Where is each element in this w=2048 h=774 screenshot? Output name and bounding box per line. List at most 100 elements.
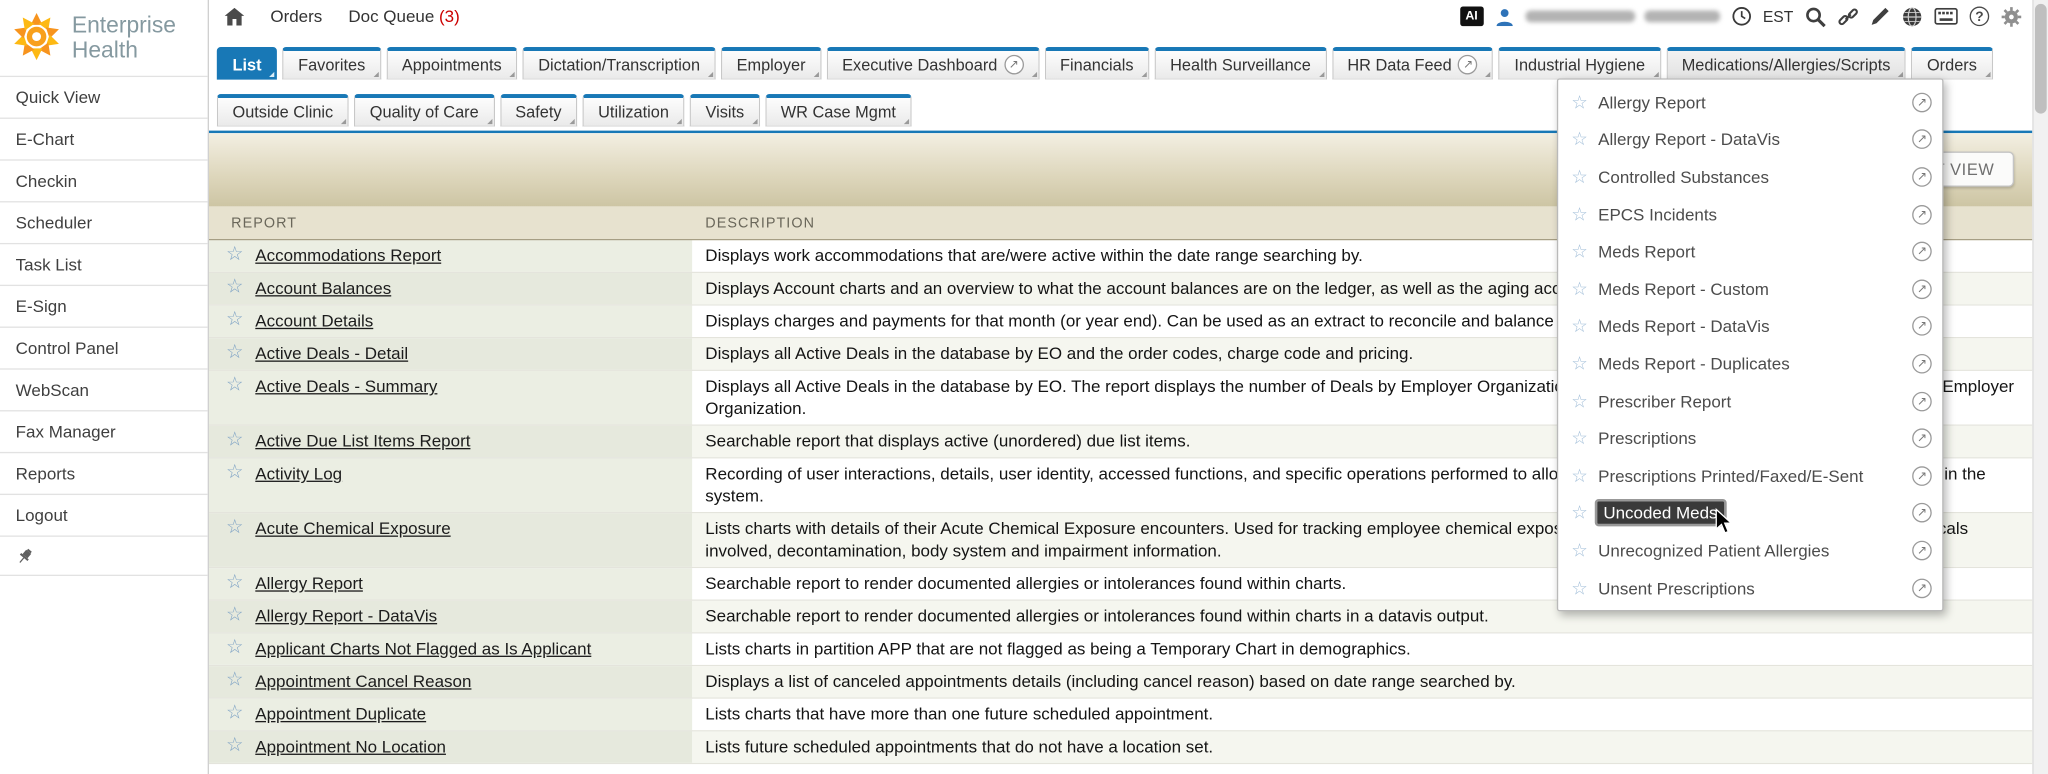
tab-executive-dashboard[interactable]: Executive Dashboard↗	[826, 47, 1039, 80]
sidebar-item-webscan[interactable]: WebScan	[0, 370, 208, 412]
report-link[interactable]: Appointment Cancel Reason	[255, 670, 471, 692]
run-report-icon[interactable]: ↗	[1912, 242, 1932, 262]
star-icon[interactable]: ☆	[1571, 577, 1587, 599]
star-icon[interactable]: ☆	[1571, 91, 1587, 113]
report-link[interactable]: Acute Chemical Exposure	[255, 517, 450, 539]
star-icon[interactable]: ☆	[226, 670, 244, 691]
report-link[interactable]: Applicant Charts Not Flagged as Is Appli…	[255, 637, 591, 659]
dropdown-item-allergy-report[interactable]: ☆Allergy Report↗	[1558, 84, 1942, 121]
tab-utilization[interactable]: Utilization	[582, 94, 684, 127]
star-icon[interactable]: ☆	[226, 517, 244, 538]
tab-safety[interactable]: Safety	[500, 94, 578, 127]
run-report-icon[interactable]: ↗	[1912, 317, 1932, 337]
star-icon[interactable]: ☆	[1571, 241, 1587, 263]
tab-appointments[interactable]: Appointments	[386, 47, 517, 80]
tab-medications-allergies-scripts[interactable]: Medications/Allergies/Scripts	[1666, 47, 1906, 80]
report-link[interactable]: Active Due List Items Report	[255, 430, 470, 452]
star-icon[interactable]: ☆	[226, 462, 244, 483]
search-icon[interactable]	[1805, 6, 1826, 27]
sidebar-item-e-sign[interactable]: E-Sign	[0, 286, 208, 328]
dropdown-item-unrecognized-patient-allergies[interactable]: ☆Unrecognized Patient Allergies↗	[1558, 532, 1942, 569]
run-report-icon[interactable]: ↗	[1912, 354, 1932, 374]
nav-orders[interactable]: Orders	[270, 7, 322, 27]
star-icon[interactable]: ☆	[1571, 203, 1587, 225]
tab-wr-case-mgmt[interactable]: WR Case Mgmt	[765, 94, 912, 127]
run-report-icon[interactable]: ↗	[1912, 205, 1932, 225]
star-icon[interactable]: ☆	[226, 430, 244, 451]
tab-quality-of-care[interactable]: Quality of Care	[354, 94, 494, 127]
run-report-icon[interactable]: ↗	[1912, 541, 1932, 561]
run-report-icon[interactable]: ↗	[1912, 503, 1932, 523]
star-icon[interactable]: ☆	[1571, 129, 1587, 151]
dropdown-item-prescriptions[interactable]: ☆Prescriptions↗	[1558, 420, 1942, 457]
dropdown-item-prescriptions-printed-faxed-e-sent[interactable]: ☆Prescriptions Printed/Faxed/E-Sent↗	[1558, 457, 1942, 494]
report-link[interactable]: Activity Log	[255, 462, 342, 484]
dropdown-item-epcs-incidents[interactable]: ☆EPCS Incidents↗	[1558, 196, 1942, 233]
star-icon[interactable]: ☆	[1571, 353, 1587, 375]
star-icon[interactable]: ☆	[1571, 465, 1587, 487]
dropdown-item-unsent-prescriptions[interactable]: ☆Unsent Prescriptions↗	[1558, 569, 1942, 606]
dropdown-item-allergy-report-datavis[interactable]: ☆Allergy Report - DataVis↗	[1558, 121, 1942, 158]
star-icon[interactable]: ☆	[226, 310, 244, 331]
star-icon[interactable]: ☆	[226, 375, 244, 396]
run-report-icon[interactable]: ↗	[1912, 466, 1932, 486]
tab-dictation-transcription[interactable]: Dictation/Transcription	[523, 47, 716, 80]
dropdown-item-prescriber-report[interactable]: ☆Prescriber Report↗	[1558, 382, 1942, 419]
globe-icon[interactable]	[1902, 6, 1923, 27]
report-link[interactable]: Allergy Report - DataVis	[255, 605, 437, 627]
star-icon[interactable]: ☆	[1571, 539, 1587, 561]
tab-health-surveillance[interactable]: Health Surveillance	[1154, 47, 1326, 80]
sidebar-item-task-list[interactable]: Task List	[0, 244, 208, 286]
report-link[interactable]: Allergy Report	[255, 572, 363, 594]
sidebar-item-control-panel[interactable]: Control Panel	[0, 328, 208, 370]
star-icon[interactable]: ☆	[226, 572, 244, 593]
gear-icon[interactable]	[2001, 6, 2022, 27]
tab-outside-clinic[interactable]: Outside Clinic	[217, 94, 349, 127]
dropdown-item-uncoded-meds[interactable]: ☆Uncoded Meds↗	[1558, 494, 1942, 531]
run-report-icon[interactable]: ↗	[1912, 92, 1932, 112]
ai-badge[interactable]: AI	[1460, 7, 1484, 27]
tab-visits[interactable]: Visits	[690, 94, 760, 127]
star-icon[interactable]: ☆	[1571, 390, 1587, 412]
vertical-scrollbar[interactable]	[2032, 0, 2048, 774]
help-icon[interactable]: ?	[1970, 7, 1990, 27]
open-new-icon[interactable]: ↗	[1004, 55, 1024, 75]
sidebar-item-checkin[interactable]: Checkin	[0, 161, 208, 203]
report-link[interactable]: Accommodations Report	[255, 244, 441, 266]
sidebar-item-quick-view[interactable]: Quick View	[0, 77, 208, 119]
star-icon[interactable]: ☆	[226, 605, 244, 626]
report-link[interactable]: Account Balances	[255, 277, 391, 299]
tab-industrial-hygiene[interactable]: Industrial Hygiene	[1499, 47, 1661, 80]
run-report-icon[interactable]: ↗	[1912, 391, 1932, 411]
clock-icon[interactable]	[1731, 7, 1751, 27]
run-report-icon[interactable]: ↗	[1912, 429, 1932, 449]
user-icon[interactable]	[1495, 7, 1513, 25]
sidebar-item-logout[interactable]: Logout	[0, 495, 208, 537]
tab-employer[interactable]: Employer	[721, 47, 821, 80]
tab-list[interactable]: List	[217, 47, 277, 80]
star-icon[interactable]: ☆	[1571, 315, 1587, 337]
nav-doc-queue[interactable]: Doc Queue (3)	[348, 7, 459, 27]
dropdown-item-controlled-substances[interactable]: ☆Controlled Substances↗	[1558, 158, 1942, 195]
home-icon[interactable]	[225, 7, 245, 25]
star-icon[interactable]: ☆	[226, 342, 244, 363]
star-icon[interactable]: ☆	[226, 735, 244, 756]
star-icon[interactable]: ☆	[226, 277, 244, 298]
star-icon[interactable]: ☆	[226, 637, 244, 658]
report-link[interactable]: Account Details	[255, 310, 373, 332]
star-icon[interactable]: ☆	[1571, 502, 1587, 524]
sidebar-pin[interactable]	[0, 537, 208, 576]
sidebar-item-reports[interactable]: Reports	[0, 453, 208, 495]
link-icon[interactable]	[1838, 6, 1859, 27]
star-icon[interactable]: ☆	[1571, 278, 1587, 300]
report-link[interactable]: Appointment Duplicate	[255, 703, 426, 725]
dropdown-item-meds-report-custom[interactable]: ☆Meds Report - Custom↗	[1558, 270, 1942, 307]
pencil-icon[interactable]	[1870, 7, 1890, 27]
report-link[interactable]: Active Deals - Summary	[255, 375, 437, 397]
star-icon[interactable]: ☆	[1571, 427, 1587, 449]
run-report-icon[interactable]: ↗	[1912, 130, 1932, 150]
dropdown-item-meds-report-datavis[interactable]: ☆Meds Report - DataVis↗	[1558, 308, 1942, 345]
sidebar-item-fax-manager[interactable]: Fax Manager	[0, 411, 208, 453]
sidebar-item-e-chart[interactable]: E-Chart	[0, 119, 208, 161]
star-icon[interactable]: ☆	[226, 703, 244, 724]
